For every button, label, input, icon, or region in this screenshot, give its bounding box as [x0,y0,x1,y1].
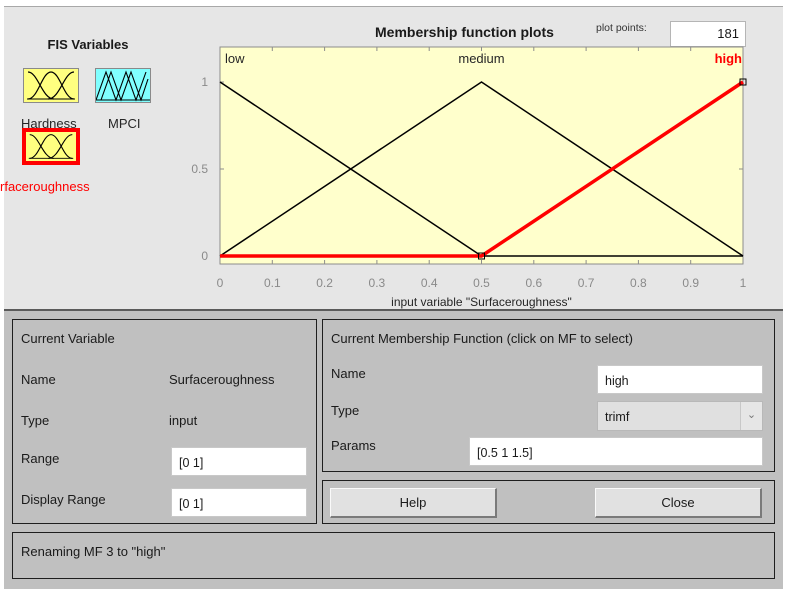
range-label: Range [21,451,60,466]
mf-params-label: Params [331,438,376,453]
current-variable-title: Current Variable [21,331,115,346]
help-button[interactable]: Help [330,488,497,518]
close-button[interactable]: Close [595,488,762,518]
current-mf-title: Current Membership Function (click on MF… [331,331,633,346]
x-tick-label: 0.9 [682,276,699,290]
range-input[interactable]: [0 1] [171,447,307,476]
x-tick-label: 0.5 [473,276,490,290]
mf-label-medium: medium [458,51,504,66]
chevron-down-icon[interactable]: ⌄ [740,402,762,430]
x-axis-label: input variable "Surfaceroughness" [391,295,572,309]
buttons-panel: Help Close [322,480,775,524]
x-tick-label: 1 [740,276,747,290]
x-tick-label: 0.6 [525,276,542,290]
variable-type-label: Type [21,413,50,428]
status-message: Renaming MF 3 to "high" [21,544,166,559]
x-tick-label: 0.2 [316,276,333,290]
current-variable-panel: Current Variable Name Surfaceroughness T… [12,319,317,524]
mf-name-input[interactable]: high [597,365,763,394]
upper-pane: FIS Variables Hardness MPCI rfaceroughne… [0,7,783,311]
x-tick-label: 0.7 [578,276,595,290]
y-tick-label: 1 [201,75,208,89]
mf-params-input[interactable]: [0.5 1 1.5] [469,437,763,466]
x-tick-label: 0.4 [421,276,438,290]
mf-name-label: Name [331,366,366,381]
membership-function-plot[interactable]: 0 0.1 0.2 0.3 0.4 0.5 0.6 0.7 0.8 0.9 1 0 0.5 1 input … [4,7,783,309]
mf-label-low: low [225,51,245,66]
mf-type-dropdown[interactable]: trimf ⌄ [597,401,763,431]
current-mf-panel: Current Membership Function (click on MF… [322,319,775,472]
display-range-label: Display Range [21,492,106,507]
mf-type-value: trimf [605,410,630,424]
variable-name-value: Surfaceroughness [169,372,275,387]
mf-label-high: high [715,51,742,66]
variable-type-value: input [169,413,198,428]
variable-name-label: Name [21,372,56,387]
x-tick-label: 0.3 [369,276,386,290]
y-tick-label: 0 [201,249,208,263]
plot-area [219,46,744,265]
x-tick-label: 0 [217,276,224,290]
mf-type-label: Type [331,403,360,418]
display-range-input[interactable]: [0 1] [171,488,307,517]
status-panel: Renaming MF 3 to "high" [12,532,775,579]
x-tick-label: 0.1 [264,276,281,290]
x-tick-label: 0.8 [630,276,647,290]
membership-function-editor-window: FIS Variables Hardness MPCI rfaceroughne… [0,6,783,589]
y-tick-label: 0.5 [191,162,208,176]
